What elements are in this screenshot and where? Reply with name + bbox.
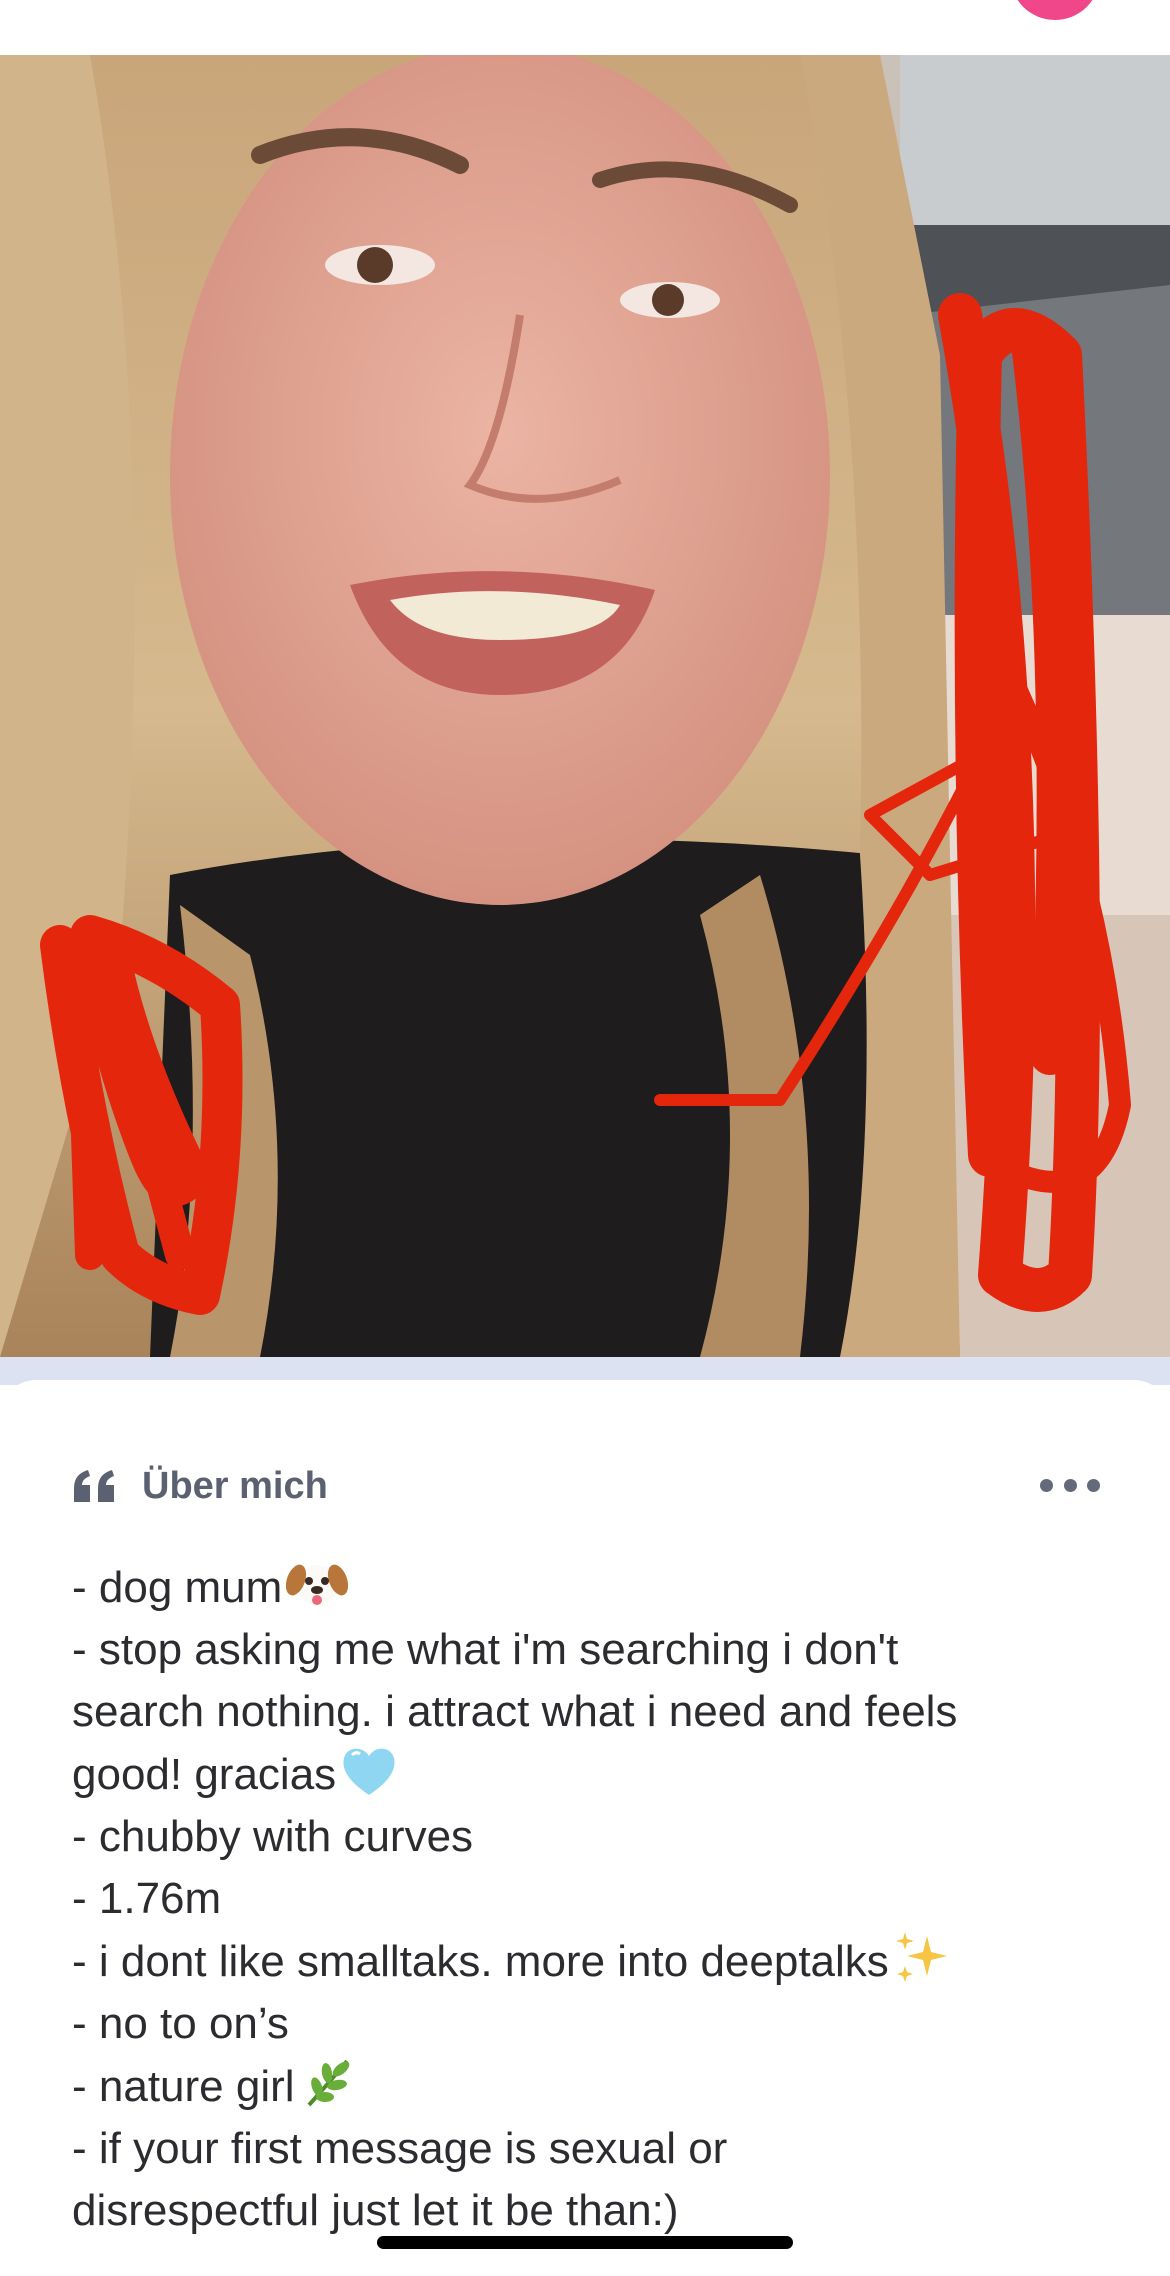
bio-line: good! gracias xyxy=(72,1743,1102,1806)
about-card: Über mich - dog mum - stop asking me wha… xyxy=(0,1380,1170,2276)
bio-line: - no to on’s xyxy=(72,1999,289,2048)
more-options-icon[interactable] xyxy=(1040,1470,1100,1500)
herb-emoji xyxy=(307,2059,349,2107)
dot xyxy=(1087,1478,1100,1492)
bio-line: - i dont like smalltaks. more into deept… xyxy=(72,1930,1102,1993)
bio-line: - dog mum xyxy=(72,1556,1102,1619)
dot xyxy=(1040,1478,1053,1492)
top-bar xyxy=(0,0,1170,55)
bio-line: - stop asking me what i'm searching i do… xyxy=(72,1625,899,1674)
bio-line: - nature girl xyxy=(72,2055,1102,2118)
section-title: Über mich xyxy=(142,1464,328,1507)
bio-line: - if your first message is sexual or xyxy=(72,2124,728,2173)
bio-line: - chubby with curves xyxy=(72,1812,474,1861)
home-indicator[interactable] xyxy=(377,2236,793,2249)
profile-photo-illustration xyxy=(0,55,1170,1357)
dog-face-emoji xyxy=(286,1564,349,1605)
profile-photo[interactable] xyxy=(0,55,1170,1357)
sparkles-emoji xyxy=(895,1932,947,1982)
quote-icon xyxy=(74,1470,114,1502)
light-blue-heart-emoji xyxy=(343,1748,395,1795)
bio-line: search nothing. i attract what i need an… xyxy=(72,1687,958,1736)
section-header: Über mich xyxy=(72,1464,328,1508)
bio-line: - 1.76m xyxy=(72,1874,222,1923)
dot xyxy=(1063,1478,1077,1492)
action-button[interactable] xyxy=(1010,0,1100,20)
bio-line: disrespectful just let it be than:) xyxy=(72,2186,679,2235)
bio-text: - dog mum - stop asking me what i'm sear… xyxy=(72,1556,1102,2242)
